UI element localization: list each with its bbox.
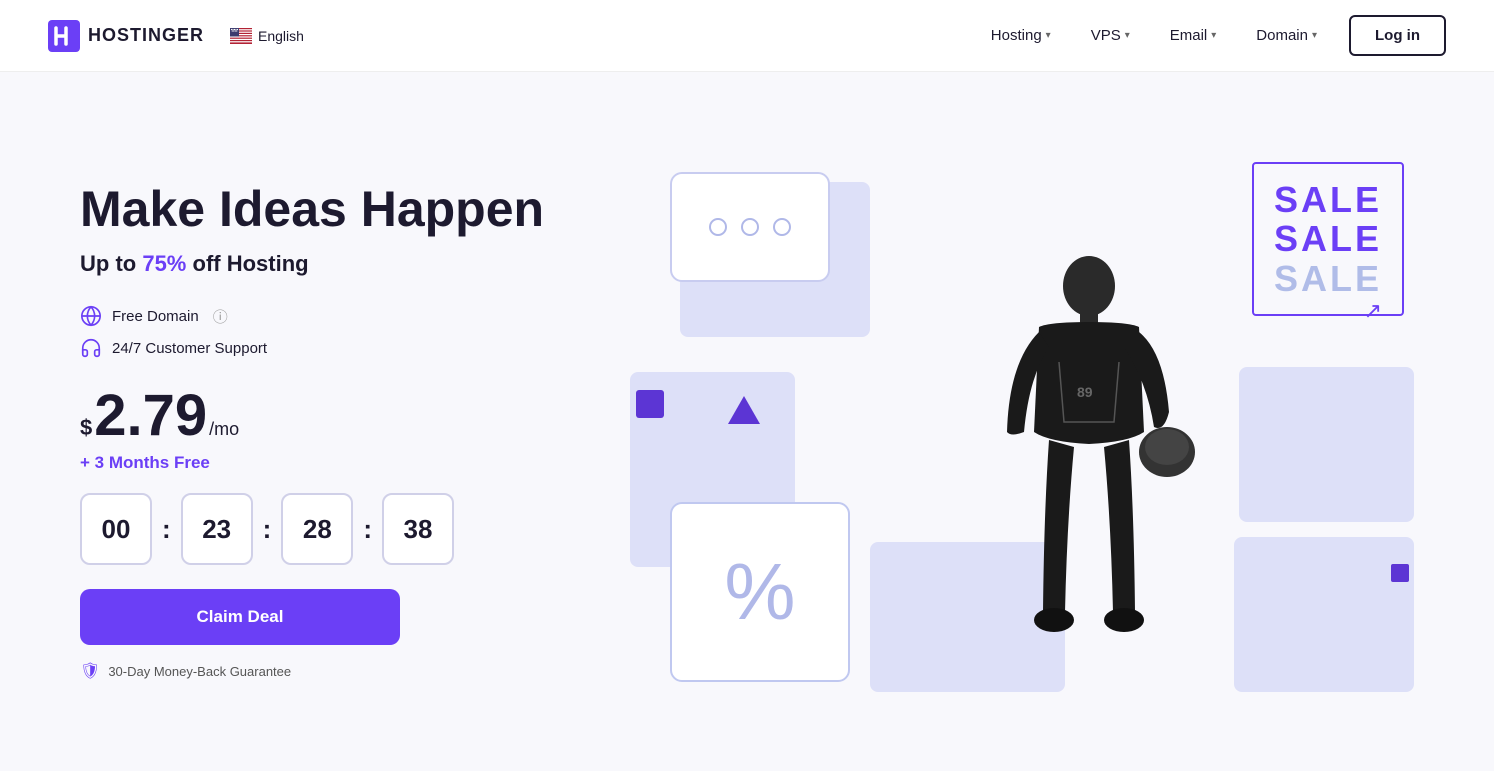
nav-email[interactable]: Email ▾: [1154, 19, 1233, 52]
nav-hosting[interactable]: Hosting ▾: [975, 19, 1067, 52]
chevron-down-icon: ▾: [1211, 30, 1216, 41]
brand-name: HOSTINGER: [88, 25, 204, 46]
countdown-seconds: 28: [281, 493, 353, 565]
chevron-down-icon: ▾: [1046, 30, 1051, 41]
guarantee-notice: 🛡 30-Day Money-Back Guarantee: [80, 661, 560, 681]
info-icon[interactable]: ⓘ: [213, 306, 228, 327]
sale-line-3: SALE: [1274, 259, 1382, 299]
main-content: Make Ideas Happen Up to 75% off Hosting …: [0, 72, 1494, 771]
hero-right: % SALE SALE SALE ↗: [560, 152, 1414, 712]
globe-icon: [80, 305, 102, 327]
feature-support: 24/7 Customer Support: [80, 337, 560, 359]
purple-square-1: [636, 390, 664, 418]
countdown-centiseconds: 38: [382, 493, 454, 565]
language-selector[interactable]: English: [220, 22, 314, 50]
sale-banner: SALE SALE SALE ↗: [1252, 162, 1404, 317]
dots-card: [670, 172, 830, 282]
svg-text:89: 89: [1077, 384, 1093, 400]
navbar-left: HOSTINGER: [48, 20, 314, 52]
countdown-hours: 00: [80, 493, 152, 565]
dot-1: [709, 218, 727, 236]
bg-shape-bot-right: [1234, 537, 1414, 692]
headset-icon: [80, 337, 102, 359]
feature-domain: Free Domain ⓘ: [80, 305, 560, 327]
price-period: /mo: [209, 419, 239, 440]
price-amount: 2.79: [94, 387, 207, 445]
countdown-minutes: 23: [181, 493, 253, 565]
navbar: HOSTINGER: [0, 0, 1494, 72]
hero-left: Make Ideas Happen Up to 75% off Hosting …: [80, 182, 560, 681]
claim-deal-button[interactable]: Claim Deal: [80, 589, 400, 645]
discount-highlight: 75%: [142, 251, 186, 276]
logo-icon: [48, 20, 80, 52]
flag-icon: [230, 28, 252, 44]
price-display: $ 2.79 /mo: [80, 387, 560, 445]
logo[interactable]: HOSTINGER: [48, 20, 204, 52]
percent-card: %: [670, 502, 850, 682]
subheadline: Up to 75% off Hosting: [80, 251, 560, 277]
shield-icon: 🛡: [80, 661, 100, 681]
sale-line-1: SALE: [1274, 180, 1382, 220]
sale-line-2: SALE: [1274, 219, 1382, 259]
features-list: Free Domain ⓘ 24/7 Customer Support: [80, 305, 560, 359]
cursor-icon: ↗: [1364, 298, 1382, 324]
bg-shape-mid-right: [1239, 367, 1414, 522]
percent-symbol: %: [724, 552, 795, 632]
chevron-down-icon: ▾: [1125, 30, 1130, 41]
headline: Make Ideas Happen: [80, 182, 560, 237]
dot-2: [741, 218, 759, 236]
nav-vps[interactable]: VPS ▾: [1075, 19, 1146, 52]
dot-3: [773, 218, 791, 236]
chevron-down-icon: ▾: [1312, 30, 1317, 41]
navbar-right: Hosting ▾ VPS ▾ Email ▾ Domain ▾ Log in: [975, 15, 1446, 56]
login-button[interactable]: Log in: [1349, 15, 1446, 56]
language-label: English: [258, 28, 304, 44]
countdown-sep-1: :: [162, 514, 171, 545]
person-illustration: 89: [969, 232, 1209, 712]
purple-square-2: [1391, 564, 1409, 582]
nav-domain[interactable]: Domain ▾: [1240, 19, 1333, 52]
free-months: + 3 Months Free: [80, 453, 560, 473]
countdown-sep-2: :: [263, 514, 272, 545]
price-dollar: $: [80, 415, 92, 441]
countdown-sep-3: :: [363, 514, 372, 545]
purple-triangle: [728, 396, 760, 424]
countdown-timer: 00 : 23 : 28 : 38: [80, 493, 560, 565]
hero-person: 89: [919, 212, 1259, 712]
